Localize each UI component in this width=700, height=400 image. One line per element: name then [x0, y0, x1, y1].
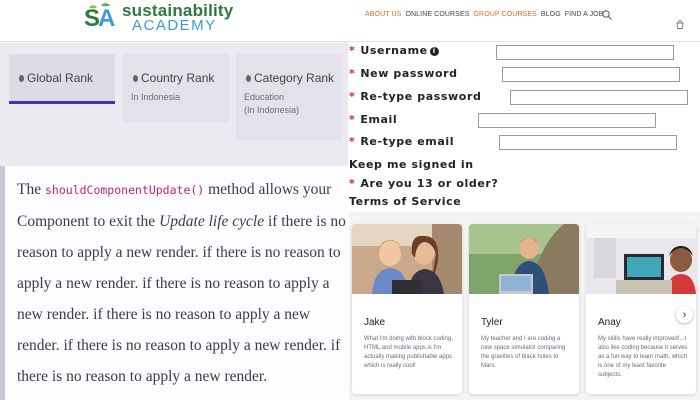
article-emphasis: Update life cycle	[159, 213, 265, 230]
rank-title: Global Rank	[19, 71, 93, 85]
anay-photo	[586, 224, 696, 294]
testimonial-card-tyler[interactable]: Tyler My teacher and I are coding a new …	[469, 224, 579, 394]
carousel-next-button[interactable]: ›	[676, 306, 693, 323]
nav-item-online-courses[interactable]: ONLINE COURSES	[405, 11, 469, 18]
rank-subtitle: Education	[244, 92, 285, 102]
screenshot-collage: S A sustainability ACADEMY ABOUT US ONLI…	[0, 0, 700, 400]
retype-email-field[interactable]	[499, 135, 677, 150]
age-confirm-label[interactable]: * Are you 13 or older?	[349, 177, 498, 190]
code-snippet: shouldComponentUpdate()	[44, 183, 205, 197]
email-field[interactable]	[478, 113, 656, 128]
new-password-label: * New password	[349, 67, 458, 80]
article-panel: The shouldComponentUpdate() method allow…	[0, 166, 348, 400]
card-name: Tyler	[481, 317, 503, 328]
testimonial-card-jake[interactable]: Jake What I'm doing with block coding, H…	[352, 224, 462, 394]
username-label: * Username i	[349, 44, 439, 57]
card-quote: My skills have really improved!...I also…	[598, 336, 688, 378]
rank-subtitle: In Indonesia	[131, 92, 181, 102]
logo-sa-icon: S A	[84, 3, 115, 32]
rank-title-text: Global Rank	[27, 71, 94, 85]
cart-icon[interactable]	[676, 20, 684, 29]
rank-title: Country Rank	[133, 71, 214, 85]
nav-item-find-a-job[interactable]: FIND A JOB	[565, 11, 604, 18]
info-icon[interactable]: i	[429, 47, 439, 56]
retype-password-field[interactable]	[510, 90, 688, 105]
retype-email-label: * Re-type email	[349, 135, 455, 148]
rank-dot-icon	[246, 74, 251, 82]
card-quote: What I'm doing with block coding, HTML a…	[364, 336, 453, 369]
rank-title: Category Rank	[246, 71, 334, 85]
site-header: S A sustainability ACADEMY ABOUT US ONLI…	[0, 0, 700, 42]
logo-wordmark: sustainability ACADEMY	[122, 2, 233, 33]
nav-item-group-courses[interactable]: GROUP COURSES	[474, 11, 537, 18]
rank-title-text: Category Rank	[254, 71, 335, 85]
tab-global-rank[interactable]: Global Rank	[9, 54, 115, 104]
card-quote: My teacher and I are coding a new space …	[481, 336, 566, 369]
nav-item-about-us[interactable]: ABOUT US	[365, 11, 401, 18]
logo-text-academy: ACADEMY	[132, 16, 217, 34]
signup-form: * Username i * New password * Re-type passwo…	[349, 42, 700, 212]
nav-item-blog[interactable]: BLOG	[541, 11, 561, 18]
svg-text:A: A	[98, 5, 115, 32]
rank-dot-icon	[133, 74, 138, 82]
card-name: Anay	[598, 317, 621, 328]
logo-text-sustainability: sustainability	[122, 0, 234, 20]
testimonial-carousel: Jake What I'm doing with block coding, H…	[349, 212, 700, 400]
email-label: * Email	[349, 113, 398, 126]
site-logo[interactable]: S A sustainability ACADEMY	[84, 1, 233, 33]
article-text: The	[17, 181, 42, 198]
retype-password-label: * Re-type password	[349, 90, 482, 103]
rank-tabs-panel: Global Rank Country Rank In Indonesia Ca…	[0, 43, 348, 166]
search-icon[interactable]	[601, 9, 613, 21]
article-text: if there is no reason to apply a new ren…	[17, 213, 346, 385]
keep-signed-in-label[interactable]: Keep me signed in	[349, 158, 474, 171]
card-name: Jake	[364, 317, 386, 328]
article-paragraph: The shouldComponentUpdate() method allow…	[17, 174, 347, 392]
tab-category-rank[interactable]: Category Rank Education (In Indonesia)	[236, 54, 342, 140]
rank-subtitle-2: (In Indonesia)	[244, 105, 300, 115]
tyler-photo	[469, 224, 579, 294]
rank-dot-icon	[19, 74, 24, 82]
tab-country-rank[interactable]: Country Rank In Indonesia	[123, 54, 229, 122]
new-password-field[interactable]	[502, 67, 680, 82]
main-nav: ABOUT US ONLINE COURSES GROUP COURSES BL…	[365, 11, 604, 18]
username-field[interactable]	[496, 45, 674, 60]
rank-title-text: Country Rank	[141, 71, 215, 85]
chevron-right-icon: ›	[682, 308, 687, 321]
jake-photo	[352, 224, 462, 294]
terms-of-service-heading: Terms of Service	[349, 195, 462, 208]
